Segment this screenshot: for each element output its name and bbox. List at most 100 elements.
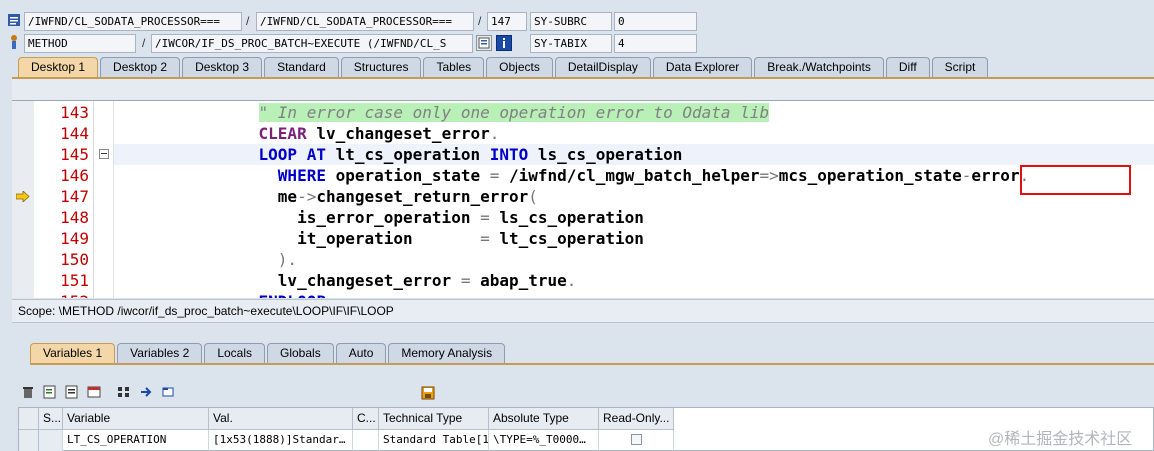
code-line[interactable]: 145 LOOP AT lt_cs_operation INTO ls_cs_o… xyxy=(12,144,1154,165)
event-field[interactable]: /IWCOR/IF_DS_PROC_BATCH~EXECUTE (/IWFND/… xyxy=(151,34,473,53)
tab-script[interactable]: Script xyxy=(931,57,989,77)
separator: / xyxy=(478,14,482,28)
code-line[interactable]: 151 lv_changeset_error = abap_true. xyxy=(12,270,1154,291)
code-line[interactable]: 143 " In error case only one operation e… xyxy=(12,102,1154,123)
code-token: is_error_operation xyxy=(297,208,481,227)
code-token: ( xyxy=(528,187,538,206)
read-only-checkbox[interactable] xyxy=(631,434,642,445)
table-cell-variable[interactable]: LT_CS_OPERATION xyxy=(63,430,209,451)
table-cell-val[interactable]: [1x53(1888)]Standar… xyxy=(209,430,353,451)
code-token: = xyxy=(480,229,490,248)
delete-icon[interactable] xyxy=(20,384,36,400)
tab-break-watchpoints[interactable]: Break./Watchpoints xyxy=(754,57,884,77)
code-text: ). xyxy=(220,249,297,270)
edit-icon[interactable] xyxy=(42,384,58,400)
code-token: . xyxy=(566,271,577,290)
sysvar-name-field[interactable]: SY-SUBRC xyxy=(530,12,612,31)
line-number: 149 xyxy=(60,229,89,248)
export-icon[interactable] xyxy=(138,384,154,400)
line-number: 143 xyxy=(60,103,89,122)
table-cell-c[interactable] xyxy=(353,430,379,451)
code-token: LOOP AT xyxy=(258,145,326,164)
tab-globals[interactable]: Globals xyxy=(267,343,334,363)
tab-desktop-1[interactable]: Desktop 1 xyxy=(18,57,99,77)
fold-toggle-icon[interactable] xyxy=(99,149,109,159)
code-line[interactable]: 152 ENDLOOP. xyxy=(12,291,1154,298)
code-text: LOOP AT lt_cs_operation INTO ls_cs_opera… xyxy=(220,144,683,165)
line-number: 147 xyxy=(60,187,89,206)
tab-desktop-2[interactable]: Desktop 2 xyxy=(100,57,181,77)
code-text: WHERE operation_state = /iwfnd/cl_mgw_ba… xyxy=(220,165,1029,186)
line-number: 146 xyxy=(60,166,89,185)
tab-variables-1[interactable]: Variables 1 xyxy=(30,343,116,363)
code-line[interactable]: 149 it_operation = lt_cs_operation xyxy=(12,228,1154,249)
table-cell-s[interactable] xyxy=(39,430,63,451)
select-all-cell[interactable] xyxy=(19,408,39,430)
code-token: error xyxy=(971,166,1020,185)
code-token: WHERE xyxy=(277,166,326,185)
column-header[interactable]: Technical Type xyxy=(379,408,489,430)
code-token: = xyxy=(480,208,490,227)
tab-memory-analysis[interactable]: Memory Analysis xyxy=(388,343,506,363)
tab-locals[interactable]: Locals xyxy=(204,343,265,363)
code-line[interactable]: 150 ). xyxy=(12,249,1154,270)
code-token: lt_cs_operation xyxy=(325,145,490,164)
tab-diff[interactable]: Diff xyxy=(885,57,930,77)
line-number: 145 xyxy=(60,145,89,164)
hierarchy-icon[interactable] xyxy=(116,384,132,400)
highlight-box xyxy=(1020,165,1131,195)
source-code-editor[interactable]: 143 " In error case only one operation e… xyxy=(12,100,1154,298)
code-line[interactable]: 148 is_error_operation = ls_cs_operation xyxy=(12,207,1154,228)
detail-icon[interactable] xyxy=(64,384,80,400)
display-source-icon[interactable] xyxy=(476,35,492,51)
tab-standard[interactable]: Standard xyxy=(264,57,339,77)
line-number-field[interactable]: 147 xyxy=(487,12,527,31)
code-token: lt_cs_operation xyxy=(489,229,644,248)
table-icon[interactable] xyxy=(86,384,102,400)
open-icon[interactable] xyxy=(160,384,176,400)
column-header[interactable]: C... xyxy=(353,408,379,430)
tab-tables[interactable]: Tables xyxy=(423,57,485,77)
code-line[interactable]: 144 CLEAR lv_changeset_error. xyxy=(12,123,1154,144)
sysvar-name-field[interactable]: SY-TABIX xyxy=(530,34,612,53)
table-cell-technical-type[interactable]: Standard Table[1x… xyxy=(379,430,489,451)
column-header[interactable]: S... xyxy=(39,408,63,430)
program-icon xyxy=(6,12,22,28)
desktop-tabstrip: Desktop 1 Desktop 2 Desktop 3 Standard Struc… xyxy=(18,57,990,77)
include-field[interactable]: /IWFND/CL_SODATA_PROCESSOR=== xyxy=(256,12,474,31)
line-number: 144 xyxy=(60,124,89,143)
variables-tabstrip: Variables 1 Variables 2 Locals Globals Auto M… xyxy=(30,343,507,363)
line-number: 148 xyxy=(60,208,89,227)
table-cell-read-only[interactable] xyxy=(599,430,674,451)
tab-auto[interactable]: Auto xyxy=(335,343,387,363)
column-header[interactable]: Read-Only... xyxy=(599,408,674,430)
scope-bar: Scope: \METHOD /iwcor/if_ds_proc_batch~e… xyxy=(12,299,1154,323)
table-cell-absolute-type[interactable]: \TYPE=%_T0000… xyxy=(489,430,599,451)
program-field[interactable]: /IWFND/CL_SODATA_PROCESSOR=== xyxy=(24,12,242,31)
code-line[interactable]: 147 me->changeset_return_error( xyxy=(12,186,1154,207)
row-selector[interactable] xyxy=(19,430,39,451)
sysvar-value-field[interactable]: 0 xyxy=(614,12,697,31)
code-token: operation_state xyxy=(325,166,490,185)
tab-variables-2[interactable]: Variables 2 xyxy=(117,343,203,363)
tab-objects[interactable]: Objects xyxy=(486,57,553,77)
column-header[interactable]: Val. xyxy=(209,408,353,430)
column-header[interactable]: Variable xyxy=(63,408,209,430)
line-number: 150 xyxy=(60,250,89,269)
save-icon[interactable] xyxy=(420,385,436,401)
tab-data-explorer[interactable]: Data Explorer xyxy=(652,57,753,77)
code-token: " In error case only one operation error… xyxy=(258,103,770,122)
code-token: it_operation xyxy=(297,229,481,248)
tab-detaildisplay[interactable]: DetailDisplay xyxy=(554,57,651,77)
code-token: lv_changeset_error xyxy=(277,271,461,290)
event-type-field[interactable]: METHOD xyxy=(24,34,136,53)
tab-desktop-3[interactable]: Desktop 3 xyxy=(182,57,263,77)
code-token: /iwfnd/cl_mgw_batch_helper xyxy=(499,166,760,185)
tab-structures[interactable]: Structures xyxy=(340,57,422,77)
column-header[interactable]: Absolute Type xyxy=(489,408,599,430)
sysvar-value-field[interactable]: 4 xyxy=(614,34,697,53)
vartabs-underline xyxy=(30,363,1154,365)
info-icon[interactable] xyxy=(496,35,512,51)
code-line[interactable]: 146 WHERE operation_state = /iwfnd/cl_mg… xyxy=(12,165,1154,186)
code-token: mcs_operation_state xyxy=(778,166,962,185)
